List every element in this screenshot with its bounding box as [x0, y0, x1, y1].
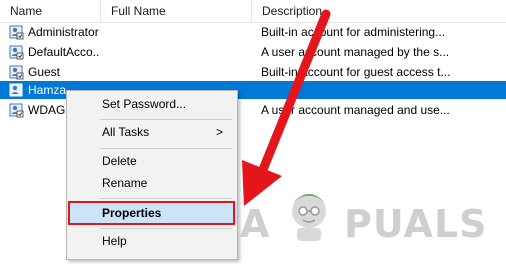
column-header-description[interactable]: Description [251, 0, 506, 22]
column-header-name[interactable]: Name [0, 0, 100, 22]
menu-item-set-password[interactable]: Set Password... [67, 93, 237, 115]
menu-separator [100, 119, 232, 120]
user-account-icon [9, 65, 24, 80]
row-name: Administrator [28, 25, 99, 39]
row-description [261, 81, 506, 99]
row-description: A user account managed by the s... [261, 45, 450, 59]
menu-item-rename[interactable]: Rename [67, 172, 237, 194]
list-row[interactable]: Guest Built-in account for guest access … [0, 63, 506, 81]
watermark-text: PUALS [344, 202, 488, 246]
row-description: Built-in account for guest access t... [261, 65, 451, 79]
row-full-name [110, 23, 250, 41]
mascot-logo-icon [292, 194, 326, 241]
properties-highlight-box [68, 201, 235, 225]
menu-separator [100, 228, 232, 229]
list-header: Name Full Name Description [0, 0, 506, 23]
user-account-icon [9, 83, 23, 97]
row-name: Guest [28, 65, 61, 79]
column-header-full-name[interactable]: Full Name [100, 0, 251, 22]
context-menu: Set Password... All Tasks > Delete Renam… [66, 90, 238, 260]
menu-separator [100, 148, 232, 149]
list-row[interactable]: DefaultAcco... A user account managed by… [0, 43, 506, 61]
row-description: Built-in account for administering... [261, 25, 446, 39]
menu-separator [100, 198, 232, 199]
row-full-name [110, 63, 250, 81]
chevron-right-icon: > [215, 125, 223, 139]
menu-item-delete[interactable]: Delete [67, 150, 237, 172]
menu-item-all-tasks[interactable]: All Tasks > [67, 121, 237, 143]
user-account-icon [9, 45, 24, 60]
list-row[interactable]: Administrator Built-in account for admin… [0, 23, 506, 41]
user-account-icon [9, 103, 24, 118]
row-name: DefaultAcco... [28, 45, 100, 59]
watermark-letter-a: A [240, 202, 271, 246]
row-description: A user account managed and use... [261, 103, 450, 117]
menu-item-all-tasks-label: All Tasks [102, 125, 150, 139]
menu-item-help[interactable]: Help [67, 230, 237, 252]
row-full-name [110, 43, 250, 61]
user-account-icon [9, 25, 24, 40]
